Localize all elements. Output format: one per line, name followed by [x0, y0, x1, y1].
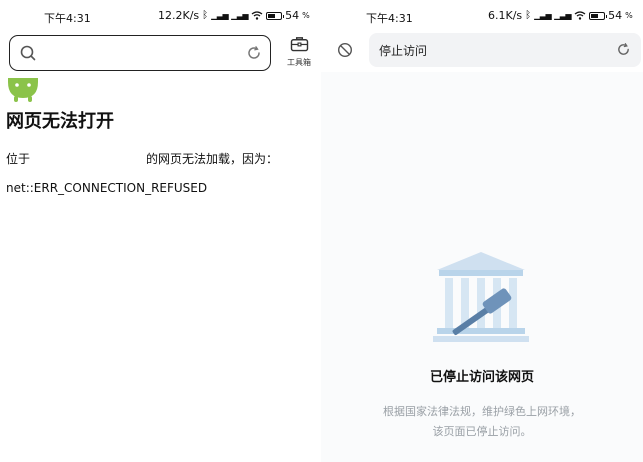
battery-icon — [266, 11, 285, 20]
stop-icon[interactable] — [337, 42, 353, 58]
signal-icon-2: ▁▃▅ — [554, 11, 572, 20]
signal-icon: ▁▃▅ — [211, 11, 229, 20]
battery-icon — [589, 11, 608, 20]
error-desc-prefix: 位于 — [6, 152, 31, 166]
right-browser-pane: 下午4:31 6.1K/s ᛒ ▁▃▅ ▁▃▅ 54% 停止访问 已停止访问该网… — [321, 0, 643, 462]
courthouse-gavel-illustration — [433, 252, 529, 342]
battery-percent-right: 54 — [608, 9, 623, 22]
network-speed: 12.2K/s — [158, 9, 200, 22]
battery-percent: 54 — [285, 9, 300, 22]
search-icon — [20, 45, 36, 61]
reload-icon[interactable] — [616, 42, 631, 57]
url-search-bar[interactable] — [9, 35, 271, 71]
signal-icon-2: ▁▃▅ — [231, 11, 249, 20]
bluetooth-icon: ᛒ — [202, 10, 209, 21]
status-indicators: 12.2K/s ᛒ ▁▃▅ ▁▃▅ 54% — [158, 9, 310, 22]
status-indicators-right: 6.1K/s ᛒ ▁▃▅ ▁▃▅ 54% — [488, 9, 633, 22]
error-code: net::ERR_CONNECTION_REFUSED — [6, 181, 208, 195]
error-description: 位于 的网页无法加载，因为： — [6, 150, 278, 167]
status-time-right: 下午4:31 — [366, 12, 413, 25]
blocked-description: 根据国家法律法规，维护绿色上网环境， 该页面已停止访问。 — [321, 402, 643, 442]
blocked-desc-line1: 根据国家法律法规，维护绿色上网环境， — [383, 405, 581, 418]
wifi-icon — [574, 11, 586, 20]
address-text: 停止访问 — [379, 44, 428, 58]
percent-sign: % — [625, 11, 633, 20]
android-icon — [8, 78, 38, 102]
blocked-desc-line2: 该页面已停止访问。 — [432, 425, 532, 438]
blocked-title: 已停止访问该网页 — [429, 370, 534, 385]
status-bar: 下午4:31 12.2K/s ᛒ ▁▃▅ ▁▃▅ 54% — [0, 0, 321, 28]
left-browser-pane: 下午4:31 12.2K/s ᛒ ▁▃▅ ▁▃▅ 54% 工具箱 网页无法打开 … — [0, 0, 321, 462]
percent-sign: % — [302, 11, 310, 20]
network-speed-right: 6.1K/s — [488, 9, 523, 22]
toolbox-label: 工具箱 — [287, 58, 311, 67]
status-bar-right: 下午4:31 6.1K/s ᛒ ▁▃▅ ▁▃▅ 54% — [321, 0, 643, 28]
status-time: 下午4:31 — [44, 12, 91, 25]
reload-icon[interactable] — [246, 45, 262, 61]
error-desc-suffix: 的网页无法加载，因为： — [146, 152, 279, 166]
toolbox-button[interactable]: 工具箱 — [283, 36, 315, 72]
wifi-icon — [251, 11, 263, 20]
signal-icon: ▁▃▅ — [534, 11, 552, 20]
address-bar[interactable]: 停止访问 — [369, 33, 641, 67]
bluetooth-icon: ᛒ — [525, 10, 532, 21]
error-title: 网页无法打开 — [6, 111, 114, 132]
toolbox-icon — [290, 37, 308, 52]
